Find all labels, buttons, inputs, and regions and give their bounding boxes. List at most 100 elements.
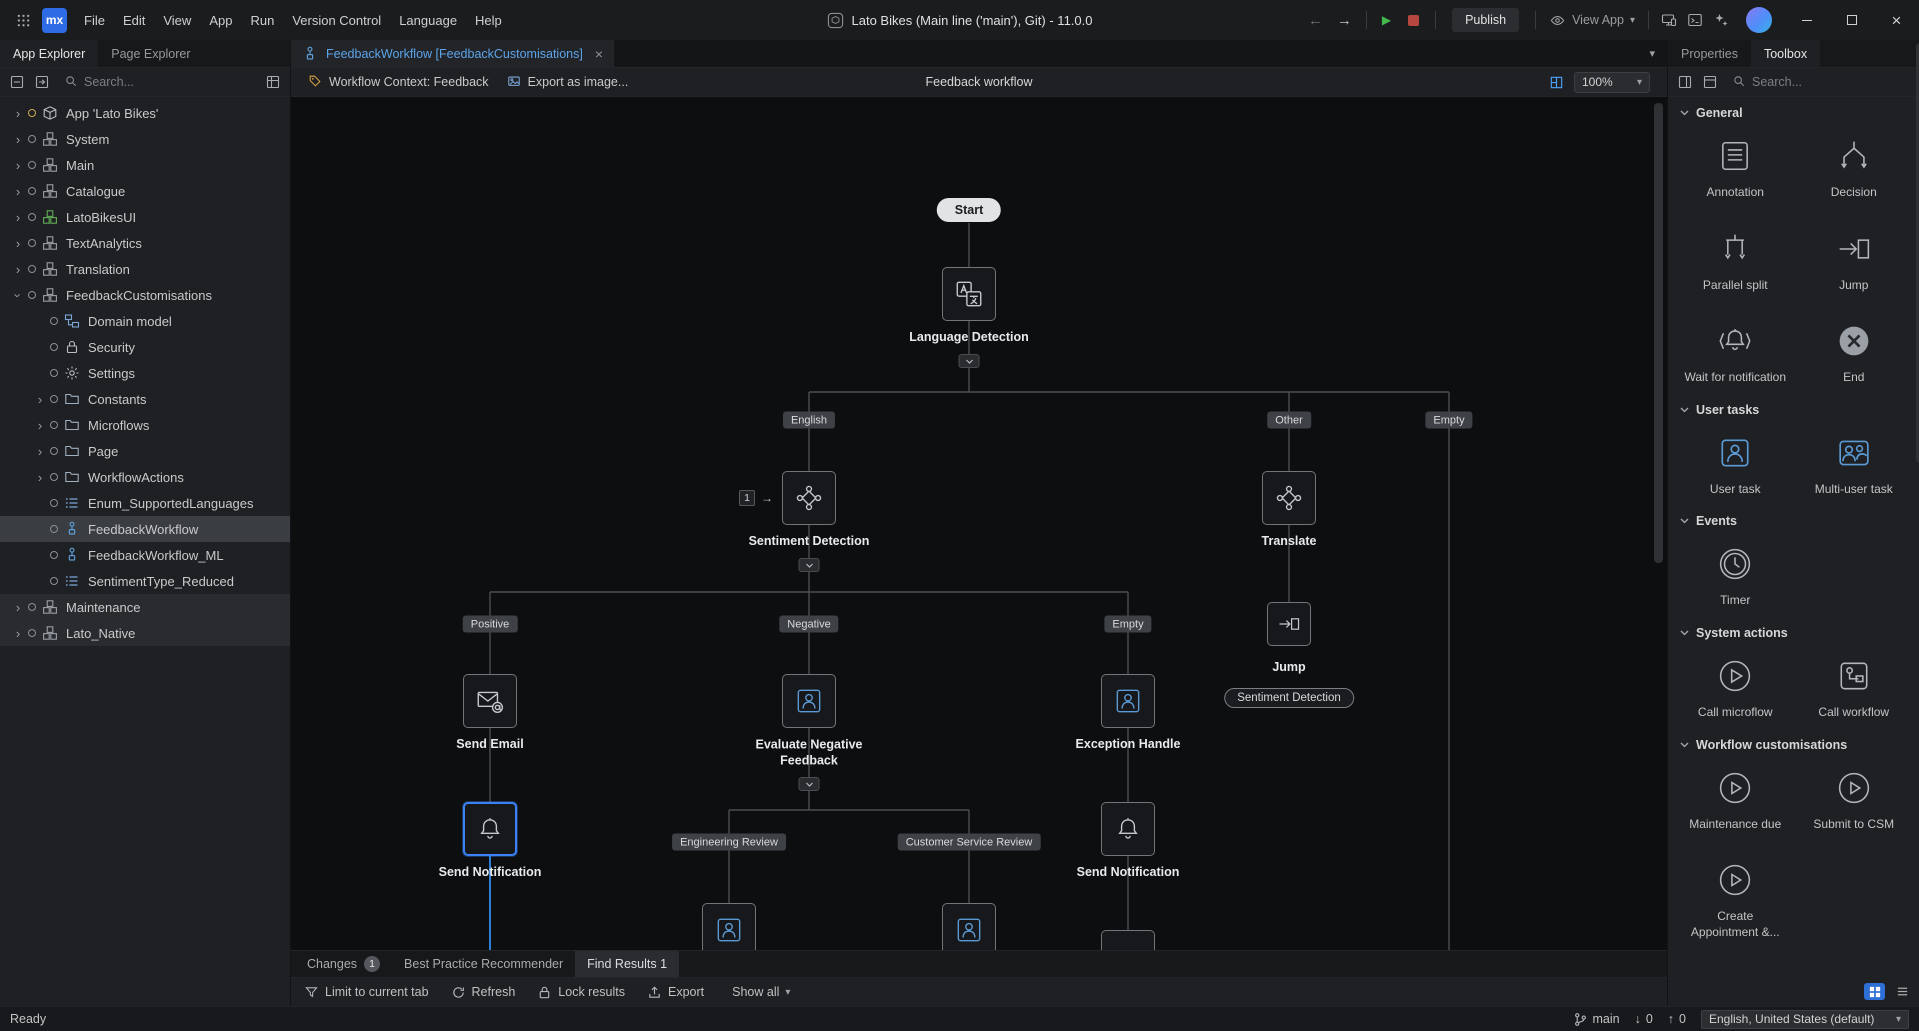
tree-item[interactable]: › WorkflowActions bbox=[0, 464, 290, 490]
menu-item[interactable]: Run bbox=[241, 0, 283, 40]
tree-item[interactable]: › LatoBikesUI bbox=[0, 204, 290, 230]
pin-panel-icon[interactable] bbox=[1676, 73, 1694, 91]
tile-view-button[interactable] bbox=[1864, 983, 1885, 1000]
workflow-canvas[interactable]: Start Language Detection English Other E… bbox=[291, 97, 1667, 950]
canvas-scrollbar[interactable] bbox=[1654, 103, 1663, 563]
branch-badge[interactable]: Empty bbox=[1104, 616, 1151, 633]
branch-badge[interactable]: English bbox=[783, 412, 835, 429]
tree-item[interactable]: › Main bbox=[0, 152, 290, 178]
tree-item[interactable]: Security bbox=[0, 334, 290, 360]
toolbox-section-header[interactable]: User tasks bbox=[1668, 394, 1919, 421]
tree-chevron-icon[interactable]: › bbox=[10, 262, 26, 277]
tree-item[interactable]: › Microflows bbox=[0, 412, 290, 438]
git-branch-indicator[interactable]: main bbox=[1573, 1012, 1620, 1027]
panel-tab[interactable]: Properties bbox=[1668, 40, 1751, 67]
menu-item[interactable]: View bbox=[154, 0, 200, 40]
tree-chevron-icon[interactable]: › bbox=[10, 236, 26, 251]
tree-chevron-icon[interactable]: › bbox=[11, 287, 26, 303]
list-view-button[interactable] bbox=[1892, 983, 1913, 1000]
panel-tab[interactable]: Toolbox bbox=[1751, 40, 1820, 67]
tree-chevron-icon[interactable]: › bbox=[32, 418, 48, 433]
console-icon[interactable] bbox=[1682, 7, 1708, 33]
tree-item[interactable]: Domain model bbox=[0, 308, 290, 334]
run-button[interactable]: ▶ bbox=[1374, 13, 1399, 27]
panel-tab[interactable]: Page Explorer bbox=[98, 40, 203, 67]
close-button[interactable]: × bbox=[1874, 0, 1919, 40]
toolbox-item[interactable]: Wait for notification bbox=[1676, 319, 1795, 386]
tree-item[interactable]: › Catalogue bbox=[0, 178, 290, 204]
node-customer-service-review[interactable] bbox=[942, 903, 996, 950]
node-send-email[interactable] bbox=[463, 674, 517, 728]
sync-active-document-icon[interactable] bbox=[33, 73, 51, 91]
workflow-context-button[interactable]: Workflow Context: Feedback bbox=[299, 74, 498, 91]
outgoing-commits[interactable]: ↑0 bbox=[1668, 1012, 1686, 1026]
node-partial[interactable] bbox=[1101, 930, 1155, 950]
tree-item[interactable]: Settings bbox=[0, 360, 290, 386]
toolbox-section-header[interactable]: System actions bbox=[1668, 617, 1919, 644]
tree-chevron-icon[interactable]: › bbox=[10, 184, 26, 199]
menu-item[interactable]: Version Control bbox=[283, 0, 390, 40]
toolbox-item[interactable]: Parallel split bbox=[1676, 227, 1795, 294]
tree-chevron-icon[interactable]: › bbox=[32, 392, 48, 407]
stop-button[interactable] bbox=[1408, 15, 1419, 26]
view-app-caret-icon[interactable]: ▾ bbox=[1630, 15, 1635, 26]
tree-chevron-icon[interactable]: › bbox=[10, 132, 26, 147]
menu-item[interactable]: File bbox=[75, 0, 114, 40]
node-send-notification-2[interactable] bbox=[1101, 802, 1155, 856]
panel-layout-icon[interactable] bbox=[1701, 73, 1719, 91]
tab-close-icon[interactable]: × bbox=[595, 46, 603, 62]
tree-chevron-icon[interactable]: › bbox=[10, 626, 26, 641]
sparkles-icon[interactable] bbox=[1708, 7, 1734, 33]
overview-toggle-icon[interactable] bbox=[1547, 73, 1565, 91]
branch-badge[interactable]: Customer Service Review bbox=[898, 834, 1041, 851]
bottom-toolbar-action[interactable]: Refresh bbox=[451, 985, 516, 1000]
bottom-panel-tab[interactable]: Find Results 1 bbox=[575, 951, 679, 977]
toolbox-item[interactable]: Timer bbox=[1676, 542, 1795, 609]
toolbox-item[interactable]: Call workflow bbox=[1795, 654, 1914, 721]
toolbox-item[interactable]: End bbox=[1795, 319, 1914, 386]
zoom-select[interactable]: 100% ▾ bbox=[1574, 72, 1650, 93]
workflow-start-node[interactable]: Start bbox=[937, 198, 1001, 222]
language-select[interactable]: English, United States (default) ▾ bbox=[1701, 1010, 1909, 1029]
toolbox-item[interactable]: Jump bbox=[1795, 227, 1914, 294]
menu-item[interactable]: Language bbox=[390, 0, 466, 40]
menu-item[interactable]: Help bbox=[466, 0, 511, 40]
node-engineering-review[interactable] bbox=[702, 903, 756, 950]
menu-item[interactable]: App bbox=[200, 0, 241, 40]
collapse-branch-button[interactable] bbox=[799, 558, 820, 572]
tree-chevron-icon[interactable]: › bbox=[10, 106, 26, 121]
menu-item[interactable]: Edit bbox=[114, 0, 154, 40]
tree-item[interactable]: › Translation bbox=[0, 256, 290, 282]
collapse-all-icon[interactable] bbox=[8, 73, 26, 91]
bottom-toolbar-action[interactable]: Export bbox=[647, 985, 704, 1000]
tree-item[interactable]: › Page bbox=[0, 438, 290, 464]
app-grid-icon[interactable] bbox=[10, 7, 36, 33]
tree-chevron-icon[interactable]: › bbox=[10, 210, 26, 225]
toolbox-item[interactable]: Multi-user task bbox=[1795, 431, 1914, 498]
toolbox-item[interactable]: Submit to CSM bbox=[1795, 766, 1914, 833]
back-button[interactable]: ← bbox=[1301, 12, 1330, 29]
toolbox-search-input[interactable] bbox=[1752, 75, 1913, 89]
toolbox-item[interactable]: Create Appointment &... bbox=[1676, 858, 1795, 940]
toolbox-section-header[interactable]: Events bbox=[1668, 505, 1919, 532]
tree-item[interactable]: › FeedbackCustomisations bbox=[0, 282, 290, 308]
toolbox-item[interactable]: Maintenance due bbox=[1676, 766, 1795, 833]
export-as-image-button[interactable]: Export as image... bbox=[498, 74, 638, 91]
toolbox-search[interactable] bbox=[1726, 72, 1919, 93]
document-tab[interactable]: FeedbackWorkflow [FeedbackCustomisations… bbox=[291, 40, 614, 67]
explorer-search[interactable] bbox=[58, 72, 257, 93]
tree-chevron-icon[interactable]: › bbox=[10, 158, 26, 173]
view-app-button[interactable]: View App ▾ bbox=[1543, 12, 1641, 29]
branch-badge[interactable]: Positive bbox=[463, 616, 518, 633]
tree-item[interactable]: › Lato_Native bbox=[0, 620, 290, 646]
node-translate[interactable] bbox=[1262, 471, 1316, 525]
tree-item[interactable]: › App 'Lato Bikes' bbox=[0, 100, 290, 126]
toolbox-item[interactable]: Call microflow bbox=[1676, 654, 1795, 721]
tree-item[interactable]: › Maintenance bbox=[0, 594, 290, 620]
collapse-branch-button[interactable] bbox=[799, 777, 820, 791]
tree-item[interactable]: Enum_SupportedLanguages bbox=[0, 490, 290, 516]
tree-chevron-icon[interactable]: › bbox=[32, 444, 48, 459]
node-exception-handle[interactable] bbox=[1101, 674, 1155, 728]
bottom-toolbar-action[interactable]: Lock results bbox=[537, 985, 625, 1000]
toolbox-section-header[interactable]: General bbox=[1668, 97, 1919, 124]
